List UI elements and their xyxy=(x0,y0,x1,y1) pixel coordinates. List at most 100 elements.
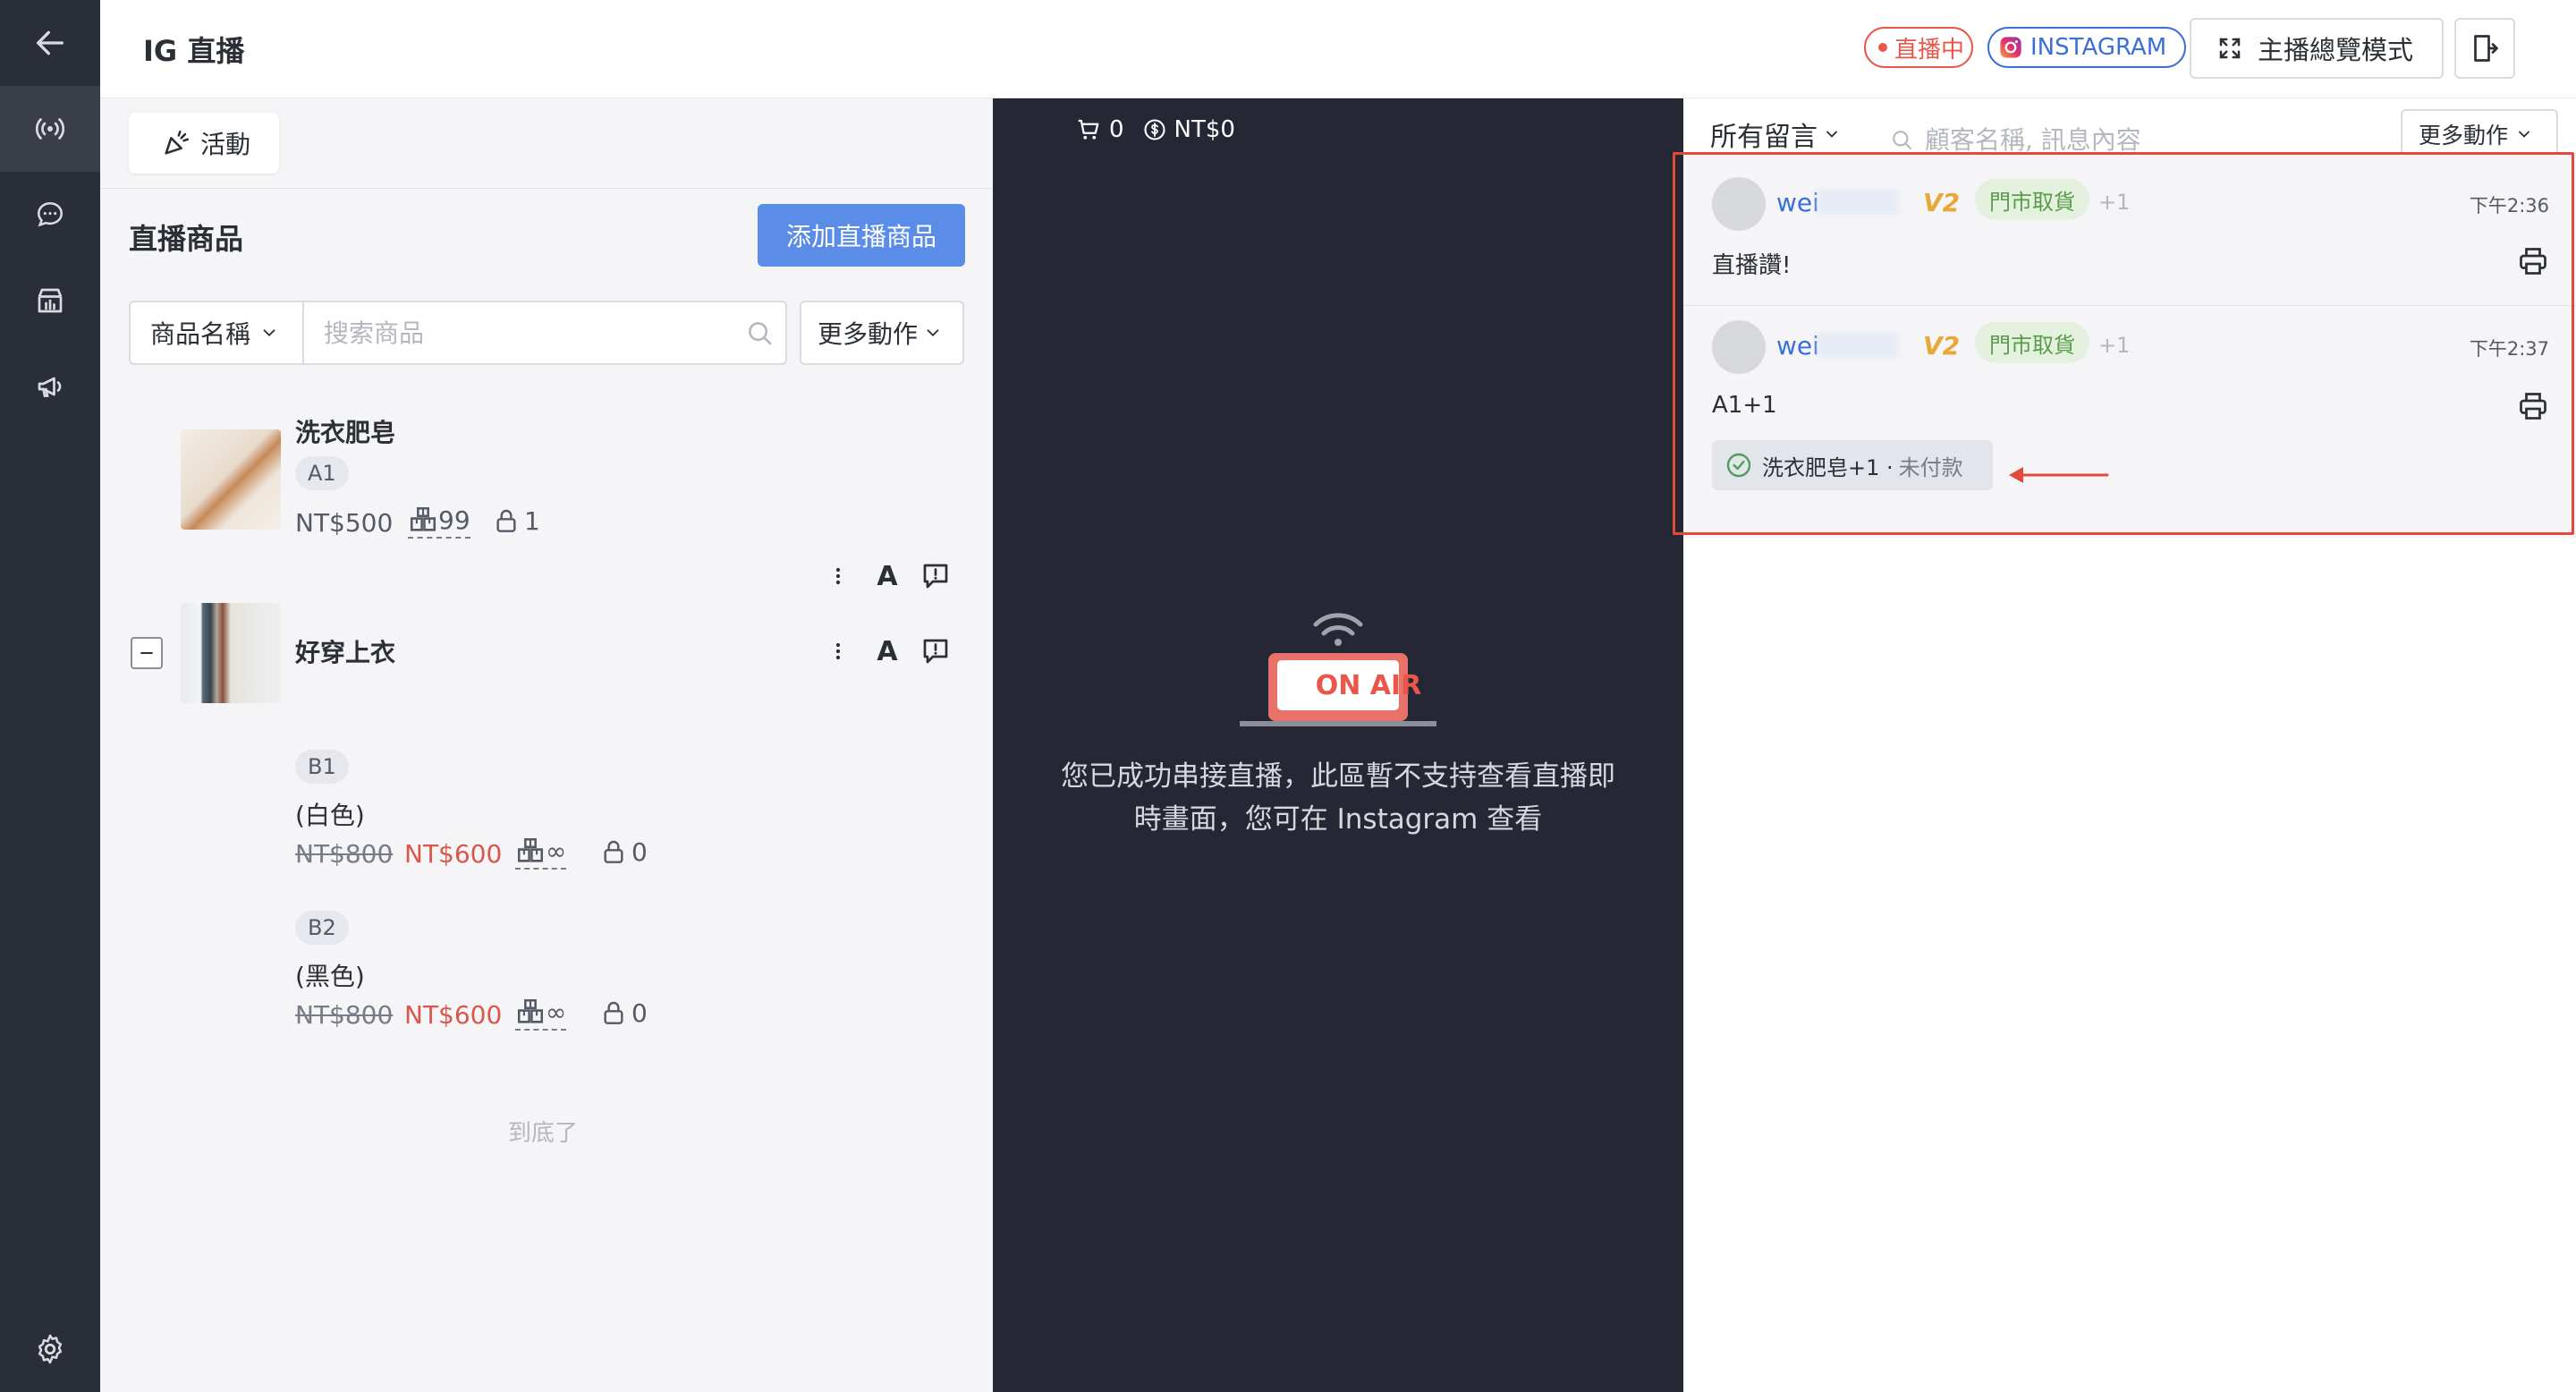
live-video-panel: 0 NT$0 ON AIR 您已成功串接直播，此區暫不支持查看直播即 時畫面，您… xyxy=(993,98,1683,1392)
lock-icon xyxy=(496,509,516,532)
stock-count[interactable]: 99 xyxy=(408,505,470,539)
locked-value: 0 xyxy=(631,998,648,1028)
print-icon xyxy=(2520,393,2546,420)
text-format-icon[interactable]: A xyxy=(869,633,905,669)
chevron-down-icon xyxy=(2519,131,2529,138)
more-actions-dropdown[interactable]: 更多動作 xyxy=(800,301,964,365)
sidebar-item-settings[interactable] xyxy=(0,1306,100,1392)
kebab-icon xyxy=(835,642,841,660)
comment-text: A1+1 xyxy=(1712,392,1777,419)
tab-activity[interactable]: 活動 xyxy=(129,113,279,174)
variant-name: (白色) xyxy=(295,801,365,830)
print-button[interactable] xyxy=(2515,243,2551,279)
stock-count[interactable]: ∞ xyxy=(515,836,567,870)
stock-value: 99 xyxy=(438,505,470,535)
live-status-badge: 直播中 xyxy=(1864,27,1973,68)
add-live-product-button[interactable]: 添加直播商品 xyxy=(758,204,965,267)
exit-button[interactable] xyxy=(2454,18,2515,79)
order-payment-status: 未付款 xyxy=(1898,454,1963,480)
username-redaction xyxy=(1818,190,1898,215)
video-message-line: 您已成功串接直播，此區暫不支持查看直播即 xyxy=(1061,760,1615,793)
more-tags-count[interactable]: +1 xyxy=(2098,333,2130,358)
more-menu-button[interactable] xyxy=(820,558,856,594)
host-overview-mode-button[interactable]: 主播總覽模式 xyxy=(2190,18,2444,79)
chevron-down-icon xyxy=(263,329,275,337)
locked-count: 0 xyxy=(599,998,648,1028)
variant-code-tag: B1 xyxy=(295,750,349,784)
sidebar-item-store[interactable] xyxy=(0,258,100,344)
comment-filter-label: 所有留言 xyxy=(1710,122,1818,153)
variant-sale-price: NT$600 xyxy=(404,839,503,869)
comment-item[interactable]: wei V2 門市取貨 +1 下午2:36 直播讚! xyxy=(1683,152,2576,306)
comment-keyword-button[interactable] xyxy=(918,633,953,669)
product-code-tag: A1 xyxy=(295,456,349,490)
product-search-input[interactable] xyxy=(324,318,708,348)
stock-value: ∞ xyxy=(546,836,567,866)
variant-code-tag: B2 xyxy=(295,911,349,945)
boxes-icon xyxy=(410,506,436,531)
fullscreen-icon xyxy=(2219,38,2241,59)
product-thumbnail xyxy=(181,603,281,703)
party-popper-icon xyxy=(165,130,190,155)
order-status-chip[interactable]: 洗衣肥皂+1 · 未付款 xyxy=(1712,440,1993,490)
end-of-list-text: 到底了 xyxy=(508,1120,579,1147)
sidebar-item-live[interactable] xyxy=(0,86,100,172)
product-search-box xyxy=(302,301,787,365)
live-dot-icon xyxy=(1878,43,1887,52)
kebab-icon xyxy=(835,567,841,585)
search-icon[interactable] xyxy=(744,318,775,348)
vip-level-badge: V2 xyxy=(1923,188,1961,217)
product-name: 洗衣肥皂 xyxy=(295,418,396,447)
sidebar-item-marketing[interactable] xyxy=(0,344,100,429)
comment-username[interactable]: wei xyxy=(1776,331,1819,361)
coin-icon xyxy=(1143,119,1165,140)
product-thumbnail xyxy=(181,429,281,530)
tab-activity-label: 活動 xyxy=(200,130,251,159)
host-overview-mode-label: 主播總覽模式 xyxy=(2258,35,2414,65)
cart-count: 0 xyxy=(1109,116,1124,143)
exit-door-icon xyxy=(2474,35,2498,62)
comment-item[interactable]: wei V2 門市取貨 +1 下午2:37 A1+1 洗衣肥皂+1 · 未付款 xyxy=(1683,306,2576,539)
comments-panel: 所有留言 更多動作 wei V2 門市取貨 +1 下午2:36 直播讚! wei xyxy=(1683,98,2576,1392)
locked-value: 0 xyxy=(631,837,648,867)
print-button[interactable] xyxy=(2515,388,2551,424)
cart-total: NT$0 xyxy=(1174,116,1235,143)
comment-keyword-button[interactable] xyxy=(918,558,953,594)
platform-badge: INSTAGRAM xyxy=(1987,27,2186,68)
avatar[interactable] xyxy=(1712,320,1766,374)
vip-level-badge: V2 xyxy=(1923,331,1961,361)
stock-value: ∞ xyxy=(546,997,567,1027)
check-circle-icon xyxy=(1726,453,1751,478)
avatar[interactable] xyxy=(1712,177,1766,231)
collapse-button[interactable] xyxy=(131,637,163,669)
comment-filter-dropdown[interactable]: 所有留言 xyxy=(1710,115,1841,154)
comment-alert-icon xyxy=(923,564,948,589)
section-title: 直播商品 xyxy=(129,222,244,256)
comment-alert-icon xyxy=(923,639,948,664)
product-name: 好穿上衣 xyxy=(295,638,396,667)
more-tags-count[interactable]: +1 xyxy=(2098,190,2130,215)
lock-icon xyxy=(604,840,623,863)
product-filter-select[interactable]: 商品名稱 xyxy=(129,301,304,365)
more-actions-label: 更多動作 xyxy=(2419,123,2509,149)
sidebar-item-chat[interactable] xyxy=(0,172,100,258)
chevron-down-icon xyxy=(927,329,939,337)
platform-label: INSTAGRAM xyxy=(2030,34,2167,61)
comment-list: wei V2 門市取貨 +1 下午2:36 直播讚! wei V2 門市取貨 +… xyxy=(1683,152,2576,539)
video-unsupported-message: 您已成功串接直播，此區暫不支持查看直播即 時畫面，您可在 Instagram 查… xyxy=(1029,755,1648,841)
comment-username[interactable]: wei xyxy=(1776,188,1819,217)
more-menu-button[interactable] xyxy=(820,633,856,669)
back-button[interactable] xyxy=(0,0,100,86)
comment-search-input[interactable] xyxy=(1925,124,2265,155)
on-air-label: ON AIR xyxy=(1315,669,1422,701)
settings-gear-icon xyxy=(38,1334,63,1364)
order-item: 洗衣肥皂+1 · xyxy=(1762,454,1894,480)
username-redaction xyxy=(1818,333,1898,358)
comment-time: 下午2:37 xyxy=(2469,338,2549,360)
stock-count[interactable]: ∞ xyxy=(515,997,567,1031)
variant-original-price: NT$800 xyxy=(295,839,394,869)
boxes-icon xyxy=(517,998,544,1023)
variant-original-price: NT$800 xyxy=(295,1000,394,1030)
text-format-icon[interactable]: A xyxy=(869,558,905,594)
product-price: NT$500 xyxy=(295,508,394,538)
